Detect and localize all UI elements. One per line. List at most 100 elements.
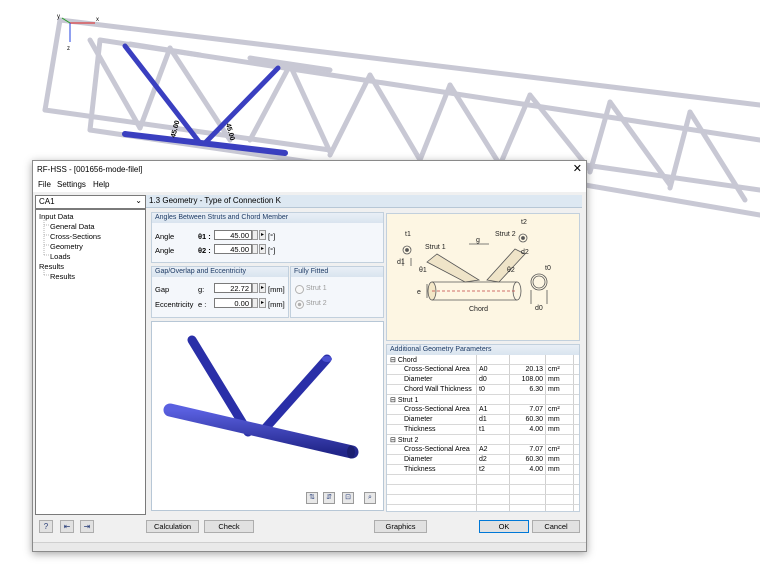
table-row-empty	[387, 485, 579, 495]
angle2-label: Angle	[155, 246, 175, 255]
gap-unit: [mm]	[268, 285, 285, 294]
label-d2: d2	[521, 249, 529, 256]
table-row: Diameter d0 108.00 mm	[387, 375, 579, 385]
table-row: Cross-Sectional Area A0 20.13 cm²	[387, 365, 579, 375]
gap-group: Gap/Overlap and Eccentricity Gap g: 22.7…	[151, 266, 289, 318]
svg-text:x: x	[96, 17, 99, 23]
angle2-pick-button[interactable]: ▸	[259, 244, 266, 254]
angle1-label: Angle	[155, 232, 175, 241]
angle1-pick-button[interactable]: ▸	[259, 230, 266, 240]
tree-item-loads[interactable]: Loads	[50, 252, 70, 261]
label-theta2: θ2	[507, 267, 515, 274]
gap-pick-button[interactable]: ▸	[259, 283, 266, 293]
connection-3d-model	[163, 335, 359, 459]
label-chord: Chord	[469, 306, 488, 313]
group-row-chord[interactable]: ⊟ Chord	[387, 355, 579, 365]
label-d1: d1	[397, 259, 405, 266]
menu-bar: File Settings Help	[33, 178, 586, 192]
table-row: Cross-Sectional Area A2 7.07 cm²	[387, 445, 579, 455]
table-row: Chord Wall Thickness t0 6.30 mm	[387, 385, 579, 395]
group-row-strut2[interactable]: ⊟ Strut 2	[387, 435, 579, 445]
fitted-strut2-radio[interactable]	[295, 300, 304, 309]
navigator-tree: Input Data General Data Cross-Sections G…	[35, 209, 146, 515]
label-theta1: θ1	[419, 267, 427, 274]
label-strut2: Strut 2	[495, 231, 516, 238]
label-d0: d0	[535, 305, 543, 312]
eccentricity-unit: [mm]	[268, 300, 285, 309]
eccentricity-input[interactable]: 0.00	[214, 298, 252, 308]
svg-text:y: y	[57, 14, 60, 20]
angle1-spinner[interactable]	[252, 230, 258, 240]
graphics-button[interactable]: Graphics	[374, 520, 427, 533]
additional-geometry-table: Additional Geometry Parameters ⊟ Chord C…	[386, 344, 580, 512]
svg-text:z: z	[67, 46, 70, 52]
k-joint-sketch: t1 d1 Strut 1 Strut 2 g t2 d2 θ2 θ1 e t0…	[397, 219, 551, 313]
calculation-button[interactable]: Calculation	[146, 520, 199, 533]
fully-fitted-group: Fully Fitted Strut 1 Strut 2	[290, 266, 384, 318]
menu-help[interactable]: Help	[93, 180, 109, 189]
eccentricity-label: Eccentricity	[155, 300, 194, 309]
chevron-down-icon: ⌄	[135, 196, 142, 205]
label-t2: t2	[521, 219, 527, 226]
view-reset-icon[interactable]: ⊡	[342, 492, 354, 504]
close-icon[interactable]: ✕	[573, 162, 582, 175]
table-row: Diameter d1 60.30 mm	[387, 415, 579, 425]
tree-item-results[interactable]: Results	[50, 272, 75, 281]
group-row-strut1[interactable]: ⊟ Strut 1	[387, 395, 579, 405]
export-icon[interactable]: ⇥	[80, 520, 94, 533]
view-option-2-icon[interactable]: ⇵	[323, 492, 335, 504]
window-title: RF-HSS - [001656-mode-filel]	[37, 165, 143, 174]
rf-hss-dialog: RF-HSS - [001656-mode-filel] ✕ File Sett…	[32, 160, 587, 552]
tree-item-geometry[interactable]: Geometry	[50, 242, 83, 251]
menu-file[interactable]: File	[38, 180, 51, 189]
table-row: Thickness t1 4.00 mm	[387, 425, 579, 435]
chord-member	[122, 131, 288, 156]
gap-group-title: Gap/Overlap and Eccentricity	[155, 268, 247, 275]
table-row: Thickness t2 4.00 mm	[387, 465, 579, 475]
zoom-icon[interactable]: ⌕	[364, 492, 376, 504]
gap-spinner[interactable]	[252, 283, 258, 293]
gap-label: Gap	[155, 285, 170, 294]
pane-header: 1.3 Geometry - Type of Connection K	[146, 195, 582, 208]
tree-lines	[43, 218, 49, 276]
import-icon[interactable]: ⇤	[60, 520, 74, 533]
eccentricity-spinner[interactable]	[252, 298, 258, 308]
table-title: Additional Geometry Parameters	[390, 346, 492, 353]
ok-button[interactable]: OK	[479, 520, 529, 533]
table-row-empty	[387, 475, 579, 485]
eccentricity-symbol: e :	[198, 300, 207, 309]
pane-title: 1.3 Geometry - Type of Connection K	[149, 196, 281, 205]
check-button[interactable]: Check	[204, 520, 254, 533]
tree-item-cross-sections[interactable]: Cross-Sections	[50, 232, 101, 241]
angles-group: Angles Between Struts and Chord Member A…	[151, 212, 384, 263]
table-row-empty	[387, 495, 579, 505]
label-g: g	[476, 237, 480, 244]
label-e: e	[417, 289, 421, 296]
label-t0: t0	[545, 265, 551, 272]
angle1-symbol: θ1 :	[198, 232, 211, 241]
gap-symbol: g:	[198, 285, 205, 294]
fitted-strut2-label: Strut 2	[306, 300, 327, 307]
menu-settings[interactable]: Settings	[57, 180, 86, 189]
help-icon[interactable]: ?	[39, 520, 53, 533]
angle1-input[interactable]: 45.00	[214, 230, 252, 240]
angles-group-title: Angles Between Struts and Chord Member	[155, 214, 289, 221]
case-selector[interactable]: CA1 ⌄	[35, 195, 146, 209]
angle2-unit: [°]	[268, 246, 276, 255]
angle2-spinner[interactable]	[252, 244, 258, 254]
fitted-strut1-label: Strut 1	[306, 285, 327, 292]
fitted-strut1-radio[interactable]	[295, 285, 304, 294]
title-bar: RF-HSS - [001656-mode-filel] ✕	[33, 161, 586, 178]
case-selector-value: CA1	[39, 197, 55, 206]
angle2-input[interactable]: 45.00	[214, 244, 252, 254]
cancel-button[interactable]: Cancel	[532, 520, 580, 533]
connection-diagram: t1 d1 Strut 1 Strut 2 g t2 d2 θ2 θ1 e t0…	[386, 213, 580, 341]
fully-fitted-title: Fully Fitted	[294, 268, 329, 275]
graphics-viewer[interactable]: ⇅ ⇵ ⊡ ⌕	[151, 321, 384, 511]
status-bar	[33, 542, 586, 551]
label-strut1: Strut 1	[425, 244, 446, 251]
tree-item-general-data[interactable]: General Data	[50, 222, 95, 231]
gap-input[interactable]: 22.72	[214, 283, 252, 293]
view-option-1-icon[interactable]: ⇅	[306, 492, 318, 504]
eccentricity-pick-button[interactable]: ▸	[259, 298, 266, 308]
